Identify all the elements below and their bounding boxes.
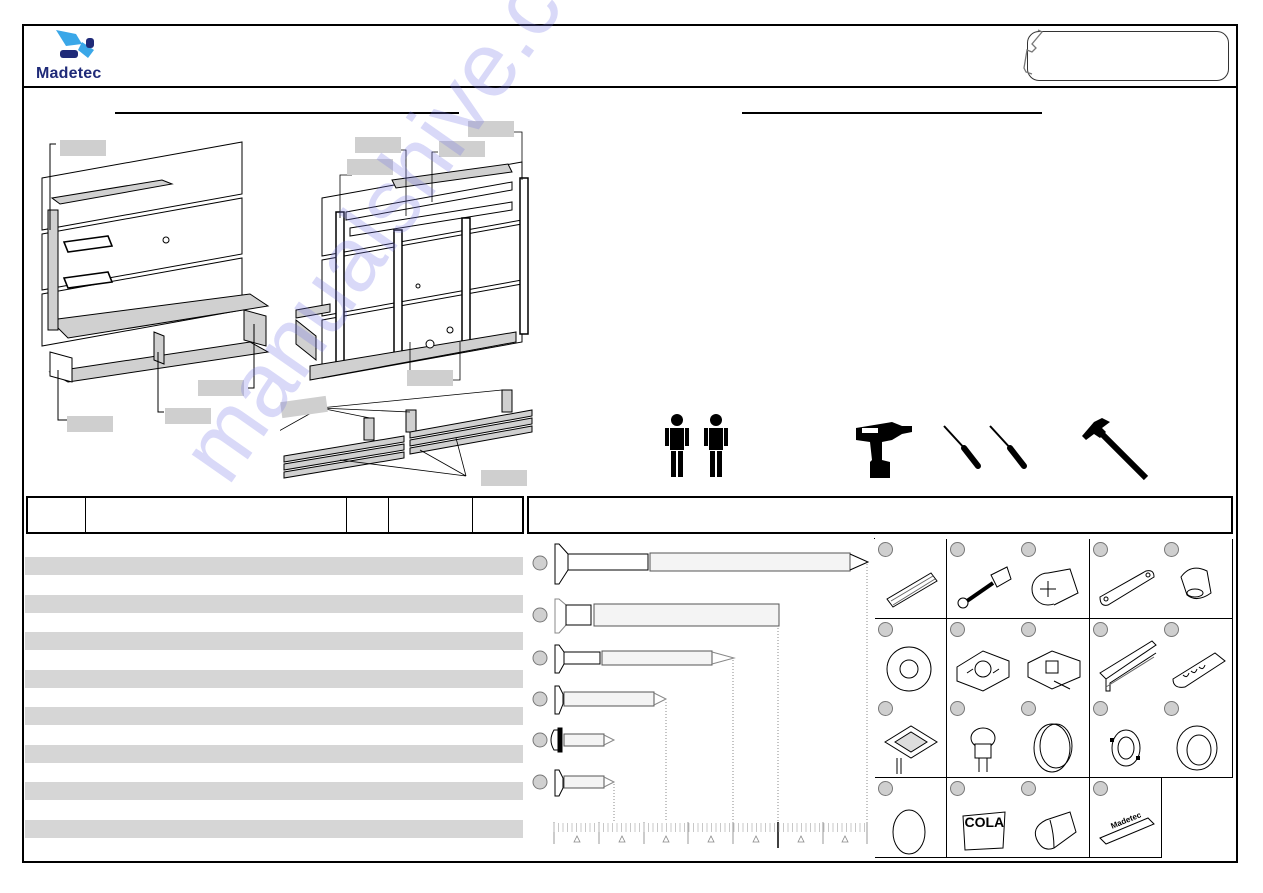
hardware-item (1018, 618, 1090, 699)
table-row (25, 670, 523, 688)
parts-table-header (26, 496, 524, 534)
hammer-icon (1082, 418, 1149, 481)
screwdriver-icon (989, 425, 1027, 469)
wood-screw-short-icon (554, 685, 668, 715)
pan-head-screw-icon (550, 727, 616, 753)
hardware-item (875, 618, 947, 699)
part-label (165, 408, 211, 424)
part-label (60, 140, 106, 156)
hardware-item (1018, 777, 1090, 858)
screw-badge (532, 555, 548, 571)
screw-badge (532, 732, 548, 748)
hardware-item (1018, 539, 1090, 619)
hardware-item (1161, 539, 1233, 619)
person-icon (665, 414, 689, 477)
two-persons-icon (665, 414, 728, 477)
hardware-item (1161, 618, 1233, 699)
left-section-rule (115, 112, 459, 114)
part-label (481, 470, 527, 486)
hardware-item: Madetec (1089, 777, 1162, 858)
contact-box (1027, 31, 1229, 81)
drill-icon (856, 422, 912, 478)
phone-icon (1020, 28, 1046, 83)
screws-chart (532, 543, 870, 848)
confirmat-screw-icon (554, 598, 780, 634)
part-label (198, 380, 244, 396)
hardware-item (946, 698, 1019, 778)
screw-badge (532, 607, 548, 623)
screw-badge (532, 650, 548, 666)
table-row (25, 820, 523, 838)
column-header (473, 498, 522, 532)
wood-screw-medium-icon (554, 644, 736, 674)
screw-badge (532, 691, 548, 707)
right-section-rule (742, 112, 1042, 114)
ruler (553, 822, 868, 848)
hardware-item (946, 618, 1019, 699)
flat-head-screw-small-icon (554, 769, 616, 797)
column-header (28, 498, 86, 532)
column-header (86, 498, 347, 532)
screw-badge (532, 774, 548, 790)
hardware-item (1089, 539, 1162, 619)
screwdrivers-icon (943, 425, 1027, 469)
table-row (25, 745, 523, 763)
person-icon (704, 414, 728, 477)
table-row (25, 707, 523, 725)
part-label (347, 159, 393, 175)
table-row (25, 632, 523, 650)
hardware-item (1161, 698, 1233, 778)
hardware-item (1018, 698, 1090, 778)
long-wood-screw-icon (554, 543, 870, 585)
header-divider (22, 86, 1238, 88)
part-label (67, 416, 113, 432)
screwdriver-icon (943, 425, 981, 469)
part-label (439, 141, 485, 157)
hardware-item (875, 698, 947, 778)
hardware-header (527, 496, 1233, 534)
table-row (25, 557, 523, 575)
table-row (25, 782, 523, 800)
column-header (347, 498, 389, 532)
hardware-item (946, 539, 1019, 619)
hardware-item (875, 777, 947, 858)
exploded-view-right (280, 131, 533, 479)
hardware-grid: COLA Madetec (874, 538, 1233, 858)
hardware-item (875, 539, 947, 619)
brand-name: Madetec (36, 65, 102, 82)
hardware-item: COLA (946, 777, 1019, 858)
hardware-item (1089, 698, 1162, 778)
hardware-item (1089, 618, 1162, 699)
item-label: COLA (964, 813, 1005, 830)
part-label (468, 121, 514, 137)
column-header (389, 498, 473, 532)
table-row (25, 595, 523, 613)
part-label (407, 370, 453, 386)
part-label (355, 137, 401, 153)
